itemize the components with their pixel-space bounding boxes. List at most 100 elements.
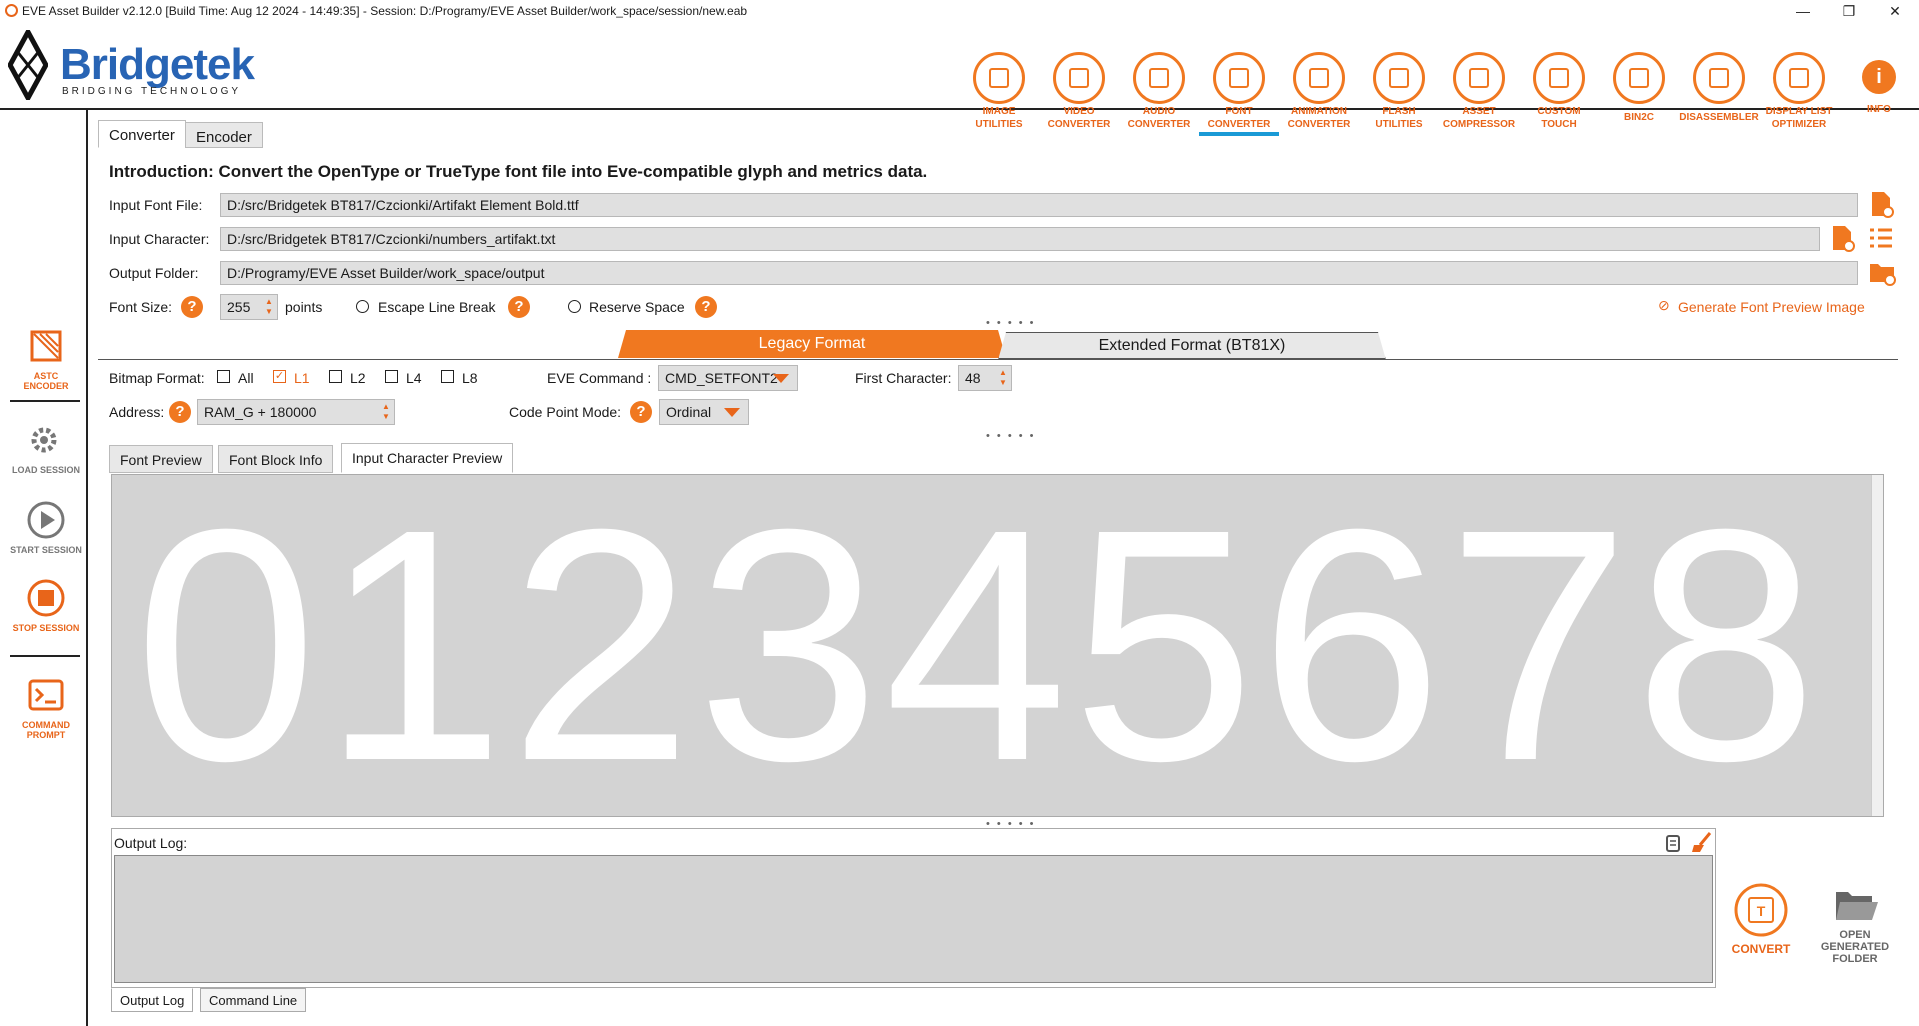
browse-folder-icon[interactable] [1868, 258, 1896, 286]
address-help-icon[interactable]: ? [169, 401, 191, 423]
bitmap-l2-checkbox[interactable] [329, 370, 342, 383]
play-icon [27, 501, 65, 539]
copy-icon[interactable] [1664, 833, 1682, 853]
binary-icon [1613, 52, 1665, 104]
tab-command-line[interactable]: Command Line [200, 988, 307, 1012]
window-title: EVE Asset Builder v2.12.0 [Build Time: A… [22, 4, 748, 18]
input-char-label: Input Character: [109, 231, 210, 247]
command-prompt-button[interactable]: COMMAND PROMPT [4, 675, 88, 740]
escape-help-icon[interactable]: ? [508, 296, 530, 318]
open-folder-label: FOLDER [1832, 953, 1878, 965]
tool-label: IMAGE [982, 106, 1016, 117]
start-session-button[interactable]: START SESSION [4, 500, 88, 555]
load-session-button[interactable]: LOAD SESSION [4, 420, 88, 475]
font-icon [1213, 52, 1265, 104]
reserve-help-icon[interactable]: ? [695, 296, 717, 318]
open-folder-label: OPEN [1839, 929, 1871, 941]
tool-label: CUSTOM [1537, 106, 1581, 117]
minimize-button[interactable]: — [1780, 0, 1826, 22]
output-folder-field[interactable]: D:/Programy/EVE Asset Builder/work_space… [220, 261, 1858, 285]
animation-icon [1293, 52, 1345, 104]
eve-command-value: CMD_SETFONT2 [665, 370, 778, 386]
start-session-label: START SESSION [10, 545, 82, 555]
tool-label: AUDIO [1142, 106, 1176, 117]
generate-preview-image-toggle[interactable]: Generate Font Preview Image [1678, 299, 1865, 315]
splitter-handle[interactable]: • • • • • [986, 317, 1035, 329]
tab-converter[interactable]: Converter [98, 120, 186, 148]
address-label: Address: [109, 404, 165, 420]
reserve-space-radio[interactable] [568, 300, 581, 313]
splitter-handle[interactable]: • • • • • [986, 430, 1035, 442]
tab-font-preview[interactable]: Font Preview [109, 445, 213, 473]
input-char-field[interactable]: D:/src/Bridgetek BT817/Czcionki/numbers_… [220, 227, 1820, 251]
stop-session-button[interactable]: STOP SESSION [4, 578, 88, 633]
tool-bin2c[interactable]: BIN2C [1599, 52, 1679, 123]
spinner-arrows-icon[interactable]: ▲ ▼ [380, 402, 392, 422]
clear-broom-icon[interactable] [1690, 831, 1714, 853]
convert-button[interactable]: T CONVERT [1728, 880, 1794, 955]
gear-icon [31, 427, 57, 453]
convert-label: CONVERT [1731, 942, 1791, 956]
bitmap-all-label: All [238, 370, 254, 386]
code-point-value: Ordinal [666, 404, 712, 420]
close-button[interactable]: ✕ [1872, 0, 1918, 22]
tab-encoder[interactable]: Encoder [185, 122, 263, 148]
bridgetek-logo-icon [8, 30, 48, 100]
font-size-value: 255 [227, 299, 251, 315]
escape-line-break-radio[interactable] [356, 300, 369, 313]
tab-legacy-format[interactable]: Legacy Format [618, 330, 1006, 358]
bitmap-l8-checkbox[interactable] [441, 370, 454, 383]
tab-input-character-preview[interactable]: Input Character Preview [341, 443, 514, 473]
flash-icon [1373, 52, 1425, 104]
intro-text: Introduction: Convert the OpenType or Tr… [109, 162, 928, 181]
video-icon [1053, 52, 1105, 104]
maximize-button[interactable]: ❐ [1826, 0, 1872, 22]
app-icon [5, 4, 18, 17]
list-icon[interactable] [1868, 226, 1894, 250]
bitmap-all-checkbox[interactable] [217, 370, 230, 383]
astc-label: ENCODER [23, 381, 69, 391]
code-point-select[interactable]: Ordinal [659, 399, 749, 425]
vertical-scrollbar[interactable] [1871, 475, 1883, 816]
spinner-arrows-icon[interactable]: ▲ ▼ [997, 368, 1009, 388]
tab-output-log[interactable]: Output Log [111, 988, 194, 1012]
astc-encoder-button[interactable]: ASTC ENCODER [4, 326, 88, 391]
tool-label: INFO [1867, 104, 1891, 115]
address-spinner[interactable]: RAM_G + 180000 ▲ ▼ [197, 399, 395, 425]
font-size-unit: points [285, 299, 323, 315]
code-point-label: Code Point Mode: [509, 404, 622, 420]
escape-line-break-label: Escape Line Break [378, 299, 496, 315]
first-character-spinner[interactable]: 48 ▲ ▼ [958, 365, 1012, 391]
font-converter-panel: Converter Encoder Introduction: Convert … [98, 118, 1898, 1018]
font-file-field[interactable]: D:/src/Bridgetek BT817/Czcionki/Artifakt… [220, 193, 1858, 217]
bitmap-l1-checkbox[interactable]: ✓ [273, 370, 286, 383]
compressor-icon [1453, 52, 1505, 104]
open-generated-folder-button[interactable]: OPEN GENERATED FOLDER [1818, 886, 1892, 965]
code-point-help-icon[interactable]: ? [630, 401, 652, 423]
chevron-down-icon [773, 374, 789, 383]
terminal-icon [28, 679, 64, 711]
display-list-icon [1773, 52, 1825, 104]
eve-command-select[interactable]: CMD_SETFONT2 [658, 365, 798, 391]
address-value: RAM_G + 180000 [204, 404, 317, 420]
tool-label: FONT [1225, 106, 1253, 117]
tab-extended-format[interactable]: Extended Format (BT81X) [998, 332, 1386, 359]
tab-font-block-info[interactable]: Font Block Info [218, 445, 334, 473]
font-size-spinner[interactable]: 255 ▲ ▼ [220, 294, 278, 320]
font-convert-icon: T [1734, 883, 1788, 937]
browse-char-file-icon[interactable] [1829, 224, 1855, 252]
output-folder-label: Output Folder: [109, 265, 199, 281]
bitmap-l4-checkbox[interactable] [385, 370, 398, 383]
touch-icon [1533, 52, 1585, 104]
tool-info[interactable]: i INFO [1839, 52, 1919, 115]
output-log-area[interactable] [114, 855, 1713, 983]
spinner-arrows-icon[interactable]: ▲ ▼ [263, 297, 275, 317]
font-size-help-icon[interactable]: ? [181, 296, 203, 318]
open-folder-icon [1836, 892, 1878, 920]
chevron-down-icon [724, 408, 740, 417]
eve-command-label: EVE Command : [547, 370, 652, 386]
browse-file-icon[interactable] [1868, 190, 1894, 218]
svg-text:T: T [1757, 903, 1766, 919]
stop-icon [27, 579, 65, 617]
tool-disassembler[interactable]: DISASSEMBLER [1679, 52, 1759, 123]
